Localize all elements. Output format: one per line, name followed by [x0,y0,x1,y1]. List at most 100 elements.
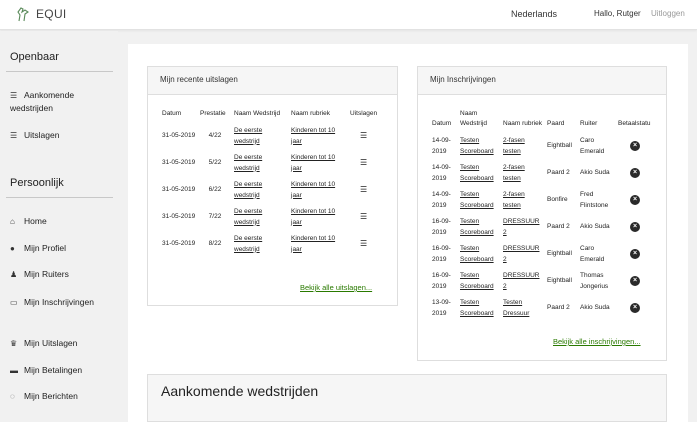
rubric-link[interactable]: DRESSUUR 2 [501,213,545,240]
date-cell: 16-09-2019 [432,217,451,236]
unpaid-x-icon[interactable]: × [630,249,640,259]
score-cell: 7/22 [208,213,222,220]
sidebar-item-label: Mijn Uitslagen [24,338,78,348]
competition-link[interactable]: Testen Scoreboard [458,186,501,213]
sidebar-item-aankomende-wedstrijden[interactable]: ☰ Aankomende wedstrijden [10,89,110,115]
id-card-icon: ▭ [10,298,18,307]
competition-link[interactable]: De eerste wedstrijd [232,230,289,257]
rubric-link[interactable]: DRESSUUR 2 [501,240,545,267]
language-selector[interactable]: Nederlands [511,9,557,19]
rider-cell: Fred Flintstone [580,190,609,209]
unpaid-x-icon[interactable]: × [630,168,640,178]
sidebar-item-uitslagen[interactable]: ☰ Uitslagen [10,129,110,142]
competition-link[interactable]: De eerste wedstrijd [232,176,289,203]
rubric-link[interactable]: Testen Dressuur [501,294,545,321]
brand-name: EQUI [36,7,67,21]
logout-link[interactable]: Uitloggen [651,9,685,18]
unpaid-x-icon[interactable]: × [630,195,640,205]
rubric-link[interactable]: 2-fasen testen [501,186,545,213]
column-header[interactable]: Prestatie [198,109,232,122]
unpaid-x-icon[interactable]: × [630,276,640,286]
table-row: 31-05-2019 6/22 De eerste wedstrijd Kindere… [160,176,379,203]
payment-status-cell: × [616,267,654,294]
results-list-icon[interactable]: ☰ [348,149,379,176]
sidebar-item-home[interactable]: ⌂ Home [10,215,110,228]
rubric-link[interactable]: Kinderen tot 10 jaar [289,203,348,230]
card-title: Mijn Inschrijvingen [418,67,666,95]
list-icon: ☰ [10,91,18,100]
column-header[interactable]: Naam Wedstrijd [232,109,289,122]
rubric-link[interactable]: 2-fasen testen [501,132,545,159]
competition-link[interactable]: Testen Scoreboard [458,132,501,159]
competition-link[interactable]: Testen Scoreboard [458,294,501,321]
sidebar-item-mijn-uitslagen[interactable]: ♛ Mijn Uitslagen [10,337,110,350]
upcoming-title: Aankomende wedstrijden [161,383,319,399]
user-greeting[interactable]: Hallo, Rutger [594,9,641,18]
sidebar-item-label: Mijn Ruiters [24,269,69,279]
payment-status-cell: × [616,186,654,213]
column-header[interactable]: Datum [430,109,458,132]
table-row: 31-05-2019 4/22 De eerste wedstrijd Kindere… [160,122,379,149]
payment-status-cell: × [616,240,654,267]
divider [6,71,113,72]
competition-link[interactable]: Testen Scoreboard [458,213,501,240]
sidebar-item-mijn-ruiters[interactable]: ♟ Mijn Ruiters [10,268,110,281]
results-list-icon[interactable]: ☰ [348,230,379,257]
sidebar: Openbaar ☰ Aankomende wedstrijden ☰ Uitslag… [0,31,118,422]
unpaid-x-icon[interactable]: × [630,141,640,151]
unpaid-x-icon[interactable]: × [630,303,640,313]
rubric-link[interactable]: Kinderen tot 10 jaar [289,176,348,203]
horse-cell: Bonfire [547,196,568,203]
rubric-link[interactable]: Kinderen tot 10 jaar [289,122,348,149]
brand-logo[interactable]: EQUI [16,6,67,22]
view-all-results-link[interactable]: Bekijk alle uitslagen... [300,283,372,292]
date-cell: 14-09-2019 [432,136,451,155]
date-cell: 16-09-2019 [432,271,451,290]
table-row: 14-09-2019 Testen Scoreboard 2-fasen teste… [430,159,654,186]
horse-cell: Paard 2 [547,304,570,311]
competition-link[interactable]: De eerste wedstrijd [232,203,289,230]
results-list-icon[interactable]: ☰ [348,203,379,230]
sidebar-item-mijn-berichten[interactable]: ◌ Mijn Berichten [10,390,110,403]
column-header[interactable]: Paard [545,109,578,132]
column-header[interactable]: Naam Wedstrijd [458,109,501,132]
date-cell: 31-05-2019 [162,132,196,139]
competition-link[interactable]: De eerste wedstrijd [232,122,289,149]
sidebar-item-label: Home [24,216,47,226]
table-row: 16-09-2019 Testen Scoreboard DRESSUUR 2 Eig… [430,240,654,267]
view-all-entries-link[interactable]: Bekijk alle inschrijvingen... [553,337,641,346]
score-cell: 6/22 [208,186,222,193]
results-list-icon[interactable]: ☰ [348,122,379,149]
score-cell: 8/22 [208,240,222,247]
sidebar-item-label: Mijn Inschrijvingen [24,297,94,307]
column-header[interactable]: Uitslagen [348,109,379,122]
column-header[interactable]: Naam rubriek [501,109,545,132]
home-icon: ⌂ [10,217,15,226]
table-row: 31-05-2019 7/22 De eerste wedstrijd Kindere… [160,203,379,230]
column-header[interactable]: Datum [160,109,198,122]
horse-cell: Paard 2 [547,169,570,176]
rubric-link[interactable]: DRESSUUR 2 [501,267,545,294]
recent-results-card: Mijn recente uitslagen Datum Prestatie Naa… [147,66,398,306]
trophy-icon: ♛ [10,339,18,348]
rubric-link[interactable]: Kinderen tot 10 jaar [289,149,348,176]
table-row: 31-05-2019 8/22 De eerste wedstrijd Kindere… [160,230,379,257]
section-title-personal: Persoonlijk [10,177,64,189]
rubric-link[interactable]: Kinderen tot 10 jaar [289,230,348,257]
sidebar-item-mijn-profiel[interactable]: ● Mijn Profiel [10,242,110,255]
sidebar-item-mijn-inschrijvingen[interactable]: ▭ Mijn Inschrijvingen [10,296,110,309]
rubric-link[interactable]: 2-fasen testen [501,159,545,186]
column-header[interactable]: Betaalstatu [616,109,654,132]
competition-link[interactable]: Testen Scoreboard [458,267,501,294]
rider-cell: Caro Emerald [580,244,605,263]
competition-link[interactable]: Testen Scoreboard [458,159,501,186]
sidebar-item-mijn-betalingen[interactable]: ▬ Mijn Betalingen [10,364,110,377]
results-list-icon[interactable]: ☰ [348,176,379,203]
competition-link[interactable]: De eerste wedstrijd [232,149,289,176]
horse-cell: Paard 2 [547,223,570,230]
column-header[interactable]: Naam rubriek [289,109,348,122]
column-header[interactable]: Ruiter [578,109,616,132]
competition-link[interactable]: Testen Scoreboard [458,240,501,267]
table-row: 14-09-2019 Testen Scoreboard 2-fasen teste… [430,132,654,159]
unpaid-x-icon[interactable]: × [630,222,640,232]
